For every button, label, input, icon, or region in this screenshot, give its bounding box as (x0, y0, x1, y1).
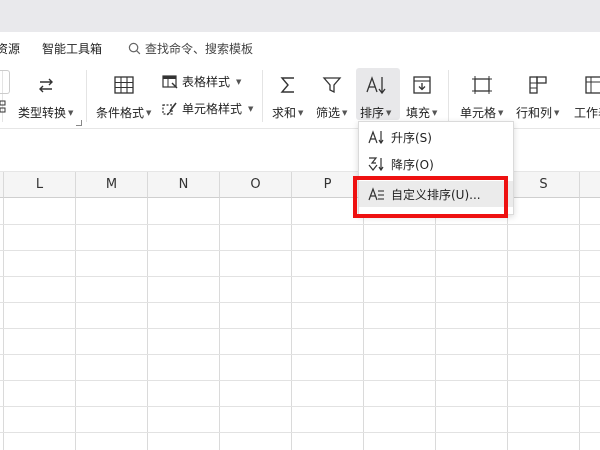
sum-button[interactable]: 求和 ▼ (272, 72, 303, 121)
chevron-down-icon: ▼ (298, 108, 304, 117)
cell-style-label: 单元格样式 (182, 102, 243, 116)
worksheet-icon (579, 72, 600, 98)
cell-style-button[interactable]: 单元格样式 ▼ (162, 100, 253, 117)
column-header-partial-right[interactable] (580, 172, 600, 198)
menu-bar: 资源 智能工具箱 查找命令、搜索模板 (0, 32, 600, 62)
sigma-icon (275, 72, 301, 98)
row-col-button[interactable]: 行和列 ▼ (516, 72, 559, 121)
column-header-l[interactable]: L (4, 172, 76, 198)
conditional-format-label: 条件格式 (96, 106, 145, 120)
chevron-down-icon: ▼ (498, 108, 504, 117)
fill-down-icon (409, 72, 435, 98)
type-convert-button[interactable]: 类型转换 ▼ (18, 72, 73, 121)
table-grid-icon (111, 72, 137, 98)
cell-style-icon (162, 102, 177, 115)
command-search[interactable]: 查找命令、搜索模板 (128, 40, 253, 57)
sort-label: 排序 (360, 106, 385, 120)
chevron-down-icon: ▼ (236, 77, 242, 86)
chevron-down-icon: ▼ (342, 108, 348, 117)
chevron-down-icon: ▼ (248, 104, 254, 113)
chevron-down-icon: ▼ (432, 108, 438, 117)
conditional-format-button[interactable]: 条件格式 ▼ (96, 72, 151, 121)
title-bar (0, 0, 600, 32)
column-header-s[interactable]: S (508, 172, 580, 198)
fill-label: 填充 (406, 106, 431, 120)
group-launcher-icon[interactable] (76, 120, 82, 126)
sort-descending-item[interactable]: 降序(O) (359, 151, 513, 177)
sort-descending-label: 降序(O) (391, 157, 434, 172)
search-placeholder: 查找命令、搜索模板 (145, 42, 254, 56)
table-style-label: 表格样式 (182, 75, 231, 89)
cell-button[interactable]: 单元格 ▼ (460, 72, 503, 121)
worksheet-button[interactable]: 工作表 (574, 72, 600, 121)
table-style-icon (162, 74, 178, 88)
convert-icon (33, 72, 59, 98)
type-convert-label: 类型转换 (18, 106, 67, 120)
column-header-o[interactable]: O (220, 172, 292, 198)
menu-item-toolbox[interactable]: 智能工具箱 (42, 40, 102, 57)
funnel-icon (319, 72, 345, 98)
filter-label: 筛选 (316, 106, 341, 120)
sort-descending-icon (367, 156, 387, 172)
sort-button[interactable]: 排序 ▼ (360, 72, 391, 121)
search-icon (128, 42, 141, 55)
sort-icon (363, 72, 389, 98)
filter-button[interactable]: 筛选 ▼ (316, 72, 347, 121)
highlight-box (353, 176, 508, 218)
table-style-button[interactable]: 表格样式 ▼ (162, 73, 241, 90)
menu-item-resources[interactable]: 资源 (0, 40, 20, 57)
sort-ascending-label: 升序(S) (391, 130, 432, 145)
worksheet-label: 工作表 (574, 106, 600, 120)
sort-ascending-icon (367, 129, 387, 145)
column-header-n[interactable]: N (148, 172, 220, 198)
cell-label: 单元格 (460, 106, 497, 120)
column-header-m[interactable]: M (76, 172, 148, 198)
fill-button[interactable]: 填充 ▼ (406, 72, 437, 121)
sum-label: 求和 (272, 106, 297, 120)
chevron-down-icon: ▼ (68, 108, 74, 117)
partial-icon (0, 99, 8, 115)
sort-ascending-item[interactable]: 升序(S) (359, 124, 513, 150)
row-col-icon (525, 72, 551, 98)
partial-dropdown[interactable] (0, 70, 10, 94)
row-col-label: 行和列 (516, 106, 553, 120)
chevron-down-icon: ▼ (554, 108, 560, 117)
chevron-down-icon: ▼ (386, 108, 392, 117)
chevron-down-icon: ▼ (146, 108, 152, 117)
cell-icon (469, 72, 495, 98)
